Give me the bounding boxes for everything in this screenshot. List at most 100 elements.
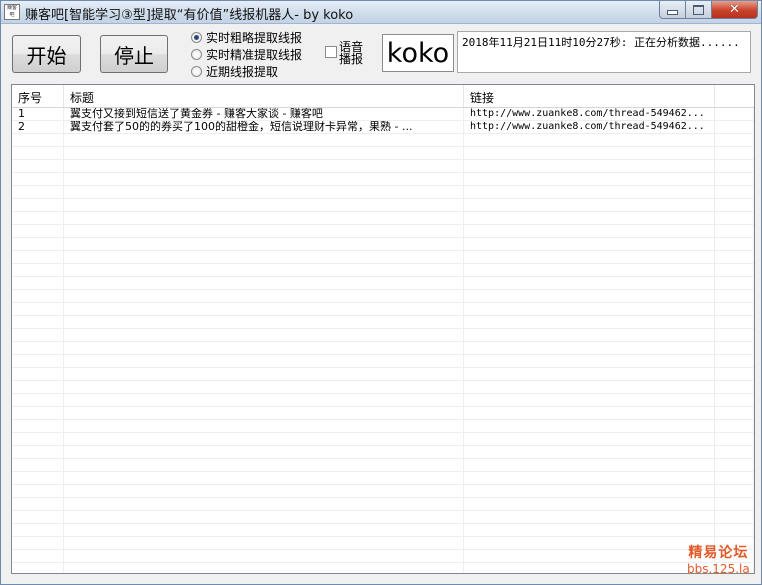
mode-radio-recent[interactable]: 近期线报提取 bbox=[191, 63, 278, 80]
table-cell-link: http://www.zuanke8.com/thread-549462... bbox=[464, 108, 715, 120]
table-cell-filler bbox=[715, 329, 754, 341]
app-icon: 赚客吧 bbox=[4, 4, 20, 20]
table-row[interactable] bbox=[12, 303, 754, 316]
table-row[interactable] bbox=[12, 342, 754, 355]
results-table[interactable]: 序号 标题 链接 1 翼支付又接到短信送了黄金券 - 赚客大家谈 - 赚客吧 htt… bbox=[11, 84, 755, 574]
close-button[interactable]: ✕ bbox=[712, 1, 758, 19]
table-cell-filler bbox=[715, 394, 754, 406]
table-row[interactable] bbox=[12, 485, 754, 498]
table-cell-index bbox=[12, 394, 64, 406]
column-header-index[interactable]: 序号 bbox=[12, 85, 64, 107]
table-cell-link bbox=[464, 316, 715, 328]
table-row[interactable] bbox=[12, 420, 754, 433]
table-cell-filler bbox=[715, 134, 754, 146]
table-cell-index bbox=[12, 511, 64, 523]
table-row[interactable] bbox=[12, 316, 754, 329]
table-row[interactable] bbox=[12, 212, 754, 225]
table-cell-index bbox=[12, 212, 64, 224]
table-row[interactable] bbox=[12, 368, 754, 381]
forum-watermark: 精易论坛 bbs.125.la bbox=[687, 545, 750, 577]
table-body: 1 翼支付又接到短信送了黄金券 - 赚客大家谈 - 赚客吧 http://www.z… bbox=[12, 108, 754, 573]
table-cell-index bbox=[12, 420, 64, 432]
table-cell-filler bbox=[715, 420, 754, 432]
radio-button-precise[interactable] bbox=[191, 49, 202, 60]
table-row[interactable] bbox=[12, 407, 754, 420]
table-cell-title bbox=[64, 173, 464, 185]
table-cell-index bbox=[12, 485, 64, 497]
table-row[interactable] bbox=[12, 251, 754, 264]
table-cell-index bbox=[12, 329, 64, 341]
table-row[interactable] bbox=[12, 433, 754, 446]
table-cell-index bbox=[12, 446, 64, 458]
table-row[interactable] bbox=[12, 498, 754, 511]
start-button[interactable]: 开始 bbox=[12, 35, 81, 73]
table-row[interactable] bbox=[12, 550, 754, 563]
table-cell-link bbox=[464, 160, 715, 172]
maximize-button[interactable] bbox=[686, 1, 712, 19]
table-cell-filler bbox=[715, 290, 754, 302]
table-cell-index bbox=[12, 134, 64, 146]
table-row[interactable] bbox=[12, 147, 754, 160]
table-cell-title bbox=[64, 420, 464, 432]
watermark-line2: bbs.125.la bbox=[687, 562, 750, 576]
column-header-title[interactable]: 标题 bbox=[64, 85, 464, 107]
table-row[interactable] bbox=[12, 290, 754, 303]
table-row[interactable] bbox=[12, 511, 754, 524]
table-row[interactable]: 2 翼支付套了50的的券买了100的甜橙金，短信说理财卡异常，果熟 - ... ht… bbox=[12, 121, 754, 134]
radio-button-recent[interactable] bbox=[191, 66, 202, 77]
table-row[interactable] bbox=[12, 524, 754, 537]
window-controls: ✕ bbox=[659, 1, 758, 19]
table-row[interactable] bbox=[12, 238, 754, 251]
table-row[interactable] bbox=[12, 446, 754, 459]
table-row[interactable] bbox=[12, 264, 754, 277]
mode-radio-rough[interactable]: 实时粗略提取线报 bbox=[191, 29, 302, 46]
table-cell-filler bbox=[715, 264, 754, 276]
table-row[interactable] bbox=[12, 225, 754, 238]
table-cell-title: 翼支付又接到短信送了黄金券 - 赚客大家谈 - 赚客吧 bbox=[64, 108, 464, 120]
table-cell-index bbox=[12, 251, 64, 263]
table-row[interactable] bbox=[12, 277, 754, 290]
table-row[interactable] bbox=[12, 537, 754, 550]
table-row[interactable] bbox=[12, 134, 754, 147]
table-row[interactable] bbox=[12, 459, 754, 472]
table-cell-index bbox=[12, 316, 64, 328]
mode-label-precise: 实时精准提取线报 bbox=[206, 48, 303, 62]
table-row[interactable] bbox=[12, 394, 754, 407]
table-cell-link bbox=[464, 264, 715, 276]
table-cell-link bbox=[464, 420, 715, 432]
table-cell-link bbox=[464, 342, 715, 354]
table-cell-link bbox=[464, 290, 715, 302]
table-row[interactable] bbox=[12, 199, 754, 212]
table-cell-index bbox=[12, 238, 64, 250]
table-row[interactable] bbox=[12, 186, 754, 199]
table-row[interactable]: 1 翼支付又接到短信送了黄金券 - 赚客大家谈 - 赚客吧 http://www.z… bbox=[12, 108, 754, 121]
title-bar[interactable]: 赚客吧 赚客吧[智能学习③型]提取“有价值”线报机器人- by koko ✕ bbox=[1, 1, 761, 24]
table-cell-index bbox=[12, 225, 64, 237]
table-row[interactable] bbox=[12, 472, 754, 485]
table-row[interactable] bbox=[12, 160, 754, 173]
table-cell-index bbox=[12, 472, 64, 484]
voice-broadcast-checkbox[interactable] bbox=[325, 46, 337, 58]
table-cell-filler bbox=[715, 316, 754, 328]
stop-button[interactable]: 停止 bbox=[100, 35, 168, 73]
koko-button[interactable]: koko bbox=[382, 34, 454, 72]
table-cell-link bbox=[464, 485, 715, 497]
table-cell-filler bbox=[715, 108, 754, 120]
table-row[interactable] bbox=[12, 381, 754, 394]
column-header-link[interactable]: 链接 bbox=[464, 85, 715, 107]
radio-button-rough[interactable] bbox=[191, 32, 202, 43]
table-row[interactable] bbox=[12, 355, 754, 368]
table-cell-index bbox=[12, 368, 64, 380]
maximize-icon bbox=[693, 4, 704, 15]
minimize-button[interactable] bbox=[659, 1, 686, 19]
table-cell-index bbox=[12, 459, 64, 471]
table-cell-title bbox=[64, 329, 464, 341]
table-cell-link bbox=[464, 511, 715, 523]
table-cell-title bbox=[64, 303, 464, 315]
table-row[interactable] bbox=[12, 563, 754, 573]
table-cell-link bbox=[464, 524, 715, 536]
table-row[interactable] bbox=[12, 173, 754, 186]
table-cell-link bbox=[464, 459, 715, 471]
table-row[interactable] bbox=[12, 329, 754, 342]
mode-radio-precise[interactable]: 实时精准提取线报 bbox=[191, 46, 302, 63]
